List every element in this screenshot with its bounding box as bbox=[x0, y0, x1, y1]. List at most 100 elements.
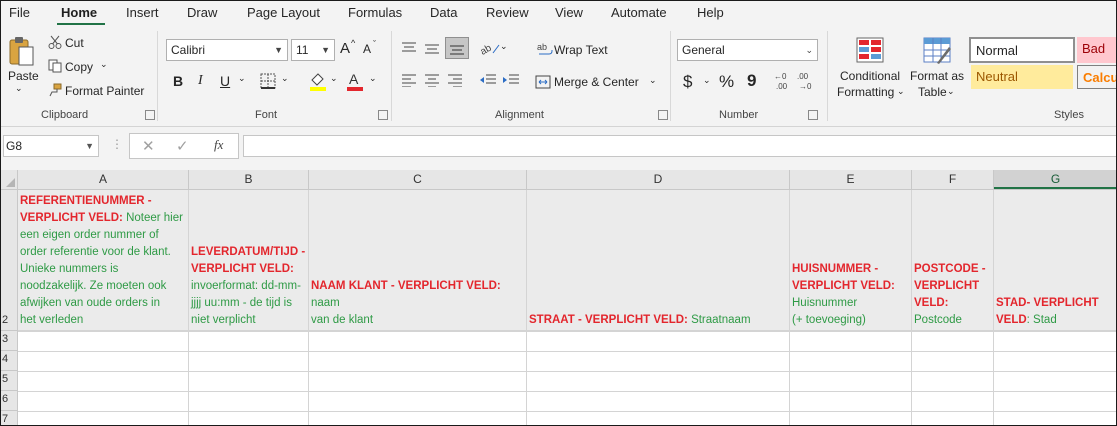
paste-icon[interactable] bbox=[8, 35, 36, 72]
font-launcher-icon[interactable] bbox=[378, 110, 388, 120]
orientation-icon[interactable]: ab bbox=[478, 39, 501, 60]
paste-dropdown-icon[interactable]: ⌄ bbox=[15, 83, 23, 94]
cell-f2[interactable]: POSTCODE - VERPLICHT VELD: Postcode bbox=[912, 190, 994, 331]
cell-b2[interactable]: LEVERDATUM/TIJD - VERPLICHT VELD: invoer… bbox=[189, 190, 309, 331]
italic-button[interactable]: I bbox=[198, 73, 203, 89]
cut-icon[interactable] bbox=[48, 35, 62, 52]
decrease-decimal-icon[interactable]: .00 →0 bbox=[797, 71, 815, 94]
menu-review[interactable]: Review bbox=[486, 5, 529, 20]
row-header-7[interactable]: 7 bbox=[1, 411, 18, 425]
row-header-5[interactable]: 5 bbox=[1, 371, 18, 391]
cut-button[interactable]: Cut bbox=[65, 36, 84, 50]
menu-formulas[interactable]: Formulas bbox=[348, 5, 402, 20]
cell-c2[interactable]: NAAM KLANT - VERPLICHT VELD: naam van de… bbox=[309, 190, 527, 331]
chevron-down-icon[interactable]: ⌄ bbox=[897, 86, 905, 97]
name-box[interactable]: G8 ▼ bbox=[3, 135, 99, 157]
menu-view[interactable]: View bbox=[555, 5, 583, 20]
chevron-down-icon[interactable]: ⌄ bbox=[330, 73, 338, 84]
column-header-b[interactable]: B bbox=[189, 170, 309, 189]
borders-icon[interactable] bbox=[260, 73, 276, 92]
cancel-icon[interactable]: ✕ bbox=[142, 137, 155, 155]
number-format-select[interactable]: General ⌄ bbox=[677, 39, 818, 61]
chevron-down-icon[interactable]: ⌄ bbox=[281, 73, 289, 84]
alignment-launcher-icon[interactable] bbox=[658, 110, 668, 120]
select-all-button[interactable] bbox=[1, 170, 18, 189]
chevron-down-icon[interactable]: ⌄ bbox=[947, 86, 955, 97]
underline-button[interactable]: U bbox=[220, 73, 230, 89]
chevron-down-icon[interactable]: ▼ bbox=[85, 136, 94, 156]
align-left-icon[interactable] bbox=[401, 73, 417, 90]
column-header-a[interactable]: A bbox=[18, 170, 189, 189]
merge-center-icon[interactable] bbox=[535, 75, 551, 92]
row-header-4[interactable]: 4 bbox=[1, 351, 18, 371]
fill-color-icon[interactable] bbox=[309, 71, 327, 94]
column-header-c[interactable]: C bbox=[309, 170, 527, 189]
menu-page-layout[interactable]: Page Layout bbox=[247, 5, 320, 20]
merge-center-button[interactable]: Merge & Center bbox=[554, 75, 639, 89]
conditional-formatting-icon[interactable] bbox=[856, 37, 884, 66]
format-as-table-button[interactable]: Format as bbox=[910, 69, 964, 83]
chevron-down-icon[interactable]: ⌄ bbox=[238, 73, 246, 84]
cell-a2[interactable]: REFERENTIENUMMER - VERPLICHT VELD: Notee… bbox=[18, 190, 189, 331]
menu-home[interactable]: Home bbox=[61, 5, 97, 20]
menu-file[interactable]: File bbox=[9, 5, 30, 20]
insert-function-icon[interactable]: fx bbox=[214, 137, 223, 153]
menu-automate[interactable]: Automate bbox=[611, 5, 667, 20]
clipboard-launcher-icon[interactable] bbox=[145, 110, 155, 120]
row-header-2[interactable]: 2 bbox=[1, 190, 18, 331]
row-header-6[interactable]: 6 bbox=[1, 391, 18, 411]
more-options-icon[interactable]: ⋮ bbox=[111, 137, 123, 151]
comma-style-button[interactable]: 9 bbox=[747, 71, 756, 91]
copy-dropdown-icon[interactable]: ⌄ bbox=[100, 59, 108, 70]
font-size-select[interactable]: 11 ▼ bbox=[291, 39, 335, 61]
column-header-f[interactable]: F bbox=[912, 170, 994, 189]
bold-button[interactable]: B bbox=[173, 73, 183, 89]
column-header-g[interactable]: G bbox=[994, 170, 1116, 189]
wrap-text-icon[interactable]: ab bbox=[537, 41, 553, 60]
chevron-down-icon[interactable]: ⌄ bbox=[500, 41, 508, 52]
font-name-select[interactable]: Calibri ▼ bbox=[166, 39, 288, 61]
empty-cells-area[interactable] bbox=[18, 331, 1116, 425]
shrink-font-button[interactable]: A bbox=[363, 42, 371, 56]
format-as-table-icon[interactable] bbox=[923, 37, 953, 68]
format-as-table-button-line2[interactable]: Table bbox=[918, 85, 947, 99]
increase-decimal-icon[interactable]: ←0.00 bbox=[774, 71, 792, 94]
row-header-3[interactable]: 3 bbox=[1, 331, 18, 351]
paste-button[interactable]: Paste bbox=[8, 69, 39, 83]
wrap-text-button[interactable]: Wrap Text bbox=[554, 43, 608, 57]
style-bad[interactable]: Bad bbox=[1077, 37, 1116, 63]
number-launcher-icon[interactable] bbox=[808, 110, 818, 120]
chevron-down-icon[interactable]: ⌄ bbox=[703, 75, 711, 86]
cell-g2[interactable]: STAD- VERPLICHT VELD: Stad bbox=[994, 190, 1116, 331]
style-normal[interactable]: Normal bbox=[969, 37, 1075, 63]
menu-draw[interactable]: Draw bbox=[187, 5, 217, 20]
copy-button[interactable]: Copy bbox=[65, 60, 93, 74]
column-header-d[interactable]: D bbox=[527, 170, 790, 189]
chevron-down-icon[interactable]: ⌄ bbox=[369, 73, 377, 84]
menu-help[interactable]: Help bbox=[697, 5, 724, 20]
font-color-icon[interactable]: A bbox=[346, 71, 364, 94]
conditional-formatting-button-line2[interactable]: Formatting bbox=[837, 85, 894, 99]
style-neutral[interactable]: Neutral bbox=[971, 65, 1073, 89]
align-right-icon[interactable] bbox=[447, 73, 463, 90]
column-header-e[interactable]: E bbox=[790, 170, 912, 189]
grow-font-button[interactable]: A bbox=[340, 40, 350, 57]
enter-icon[interactable]: ✓ bbox=[176, 137, 189, 155]
percent-button[interactable]: % bbox=[719, 72, 734, 92]
format-painter-button[interactable]: Format Painter bbox=[65, 84, 144, 98]
menu-data[interactable]: Data bbox=[430, 5, 457, 20]
currency-button[interactable]: $ bbox=[683, 72, 692, 92]
copy-icon[interactable] bbox=[48, 59, 62, 76]
formula-input[interactable] bbox=[243, 135, 1116, 157]
chevron-down-icon[interactable]: ⌄ bbox=[649, 75, 657, 86]
cell-d2[interactable]: STRAAT - VERPLICHT VELD: Straatnaam bbox=[527, 190, 790, 331]
decrease-indent-icon[interactable] bbox=[479, 73, 497, 90]
style-calculation[interactable]: Calcu bbox=[1077, 65, 1116, 89]
align-bottom-icon[interactable] bbox=[445, 37, 469, 59]
align-top-icon[interactable] bbox=[401, 41, 417, 58]
align-middle-icon[interactable] bbox=[424, 41, 440, 58]
align-center-icon[interactable] bbox=[424, 73, 440, 90]
increase-indent-icon[interactable] bbox=[502, 73, 520, 90]
format-painter-icon[interactable] bbox=[48, 83, 62, 100]
menu-insert[interactable]: Insert bbox=[126, 5, 159, 20]
